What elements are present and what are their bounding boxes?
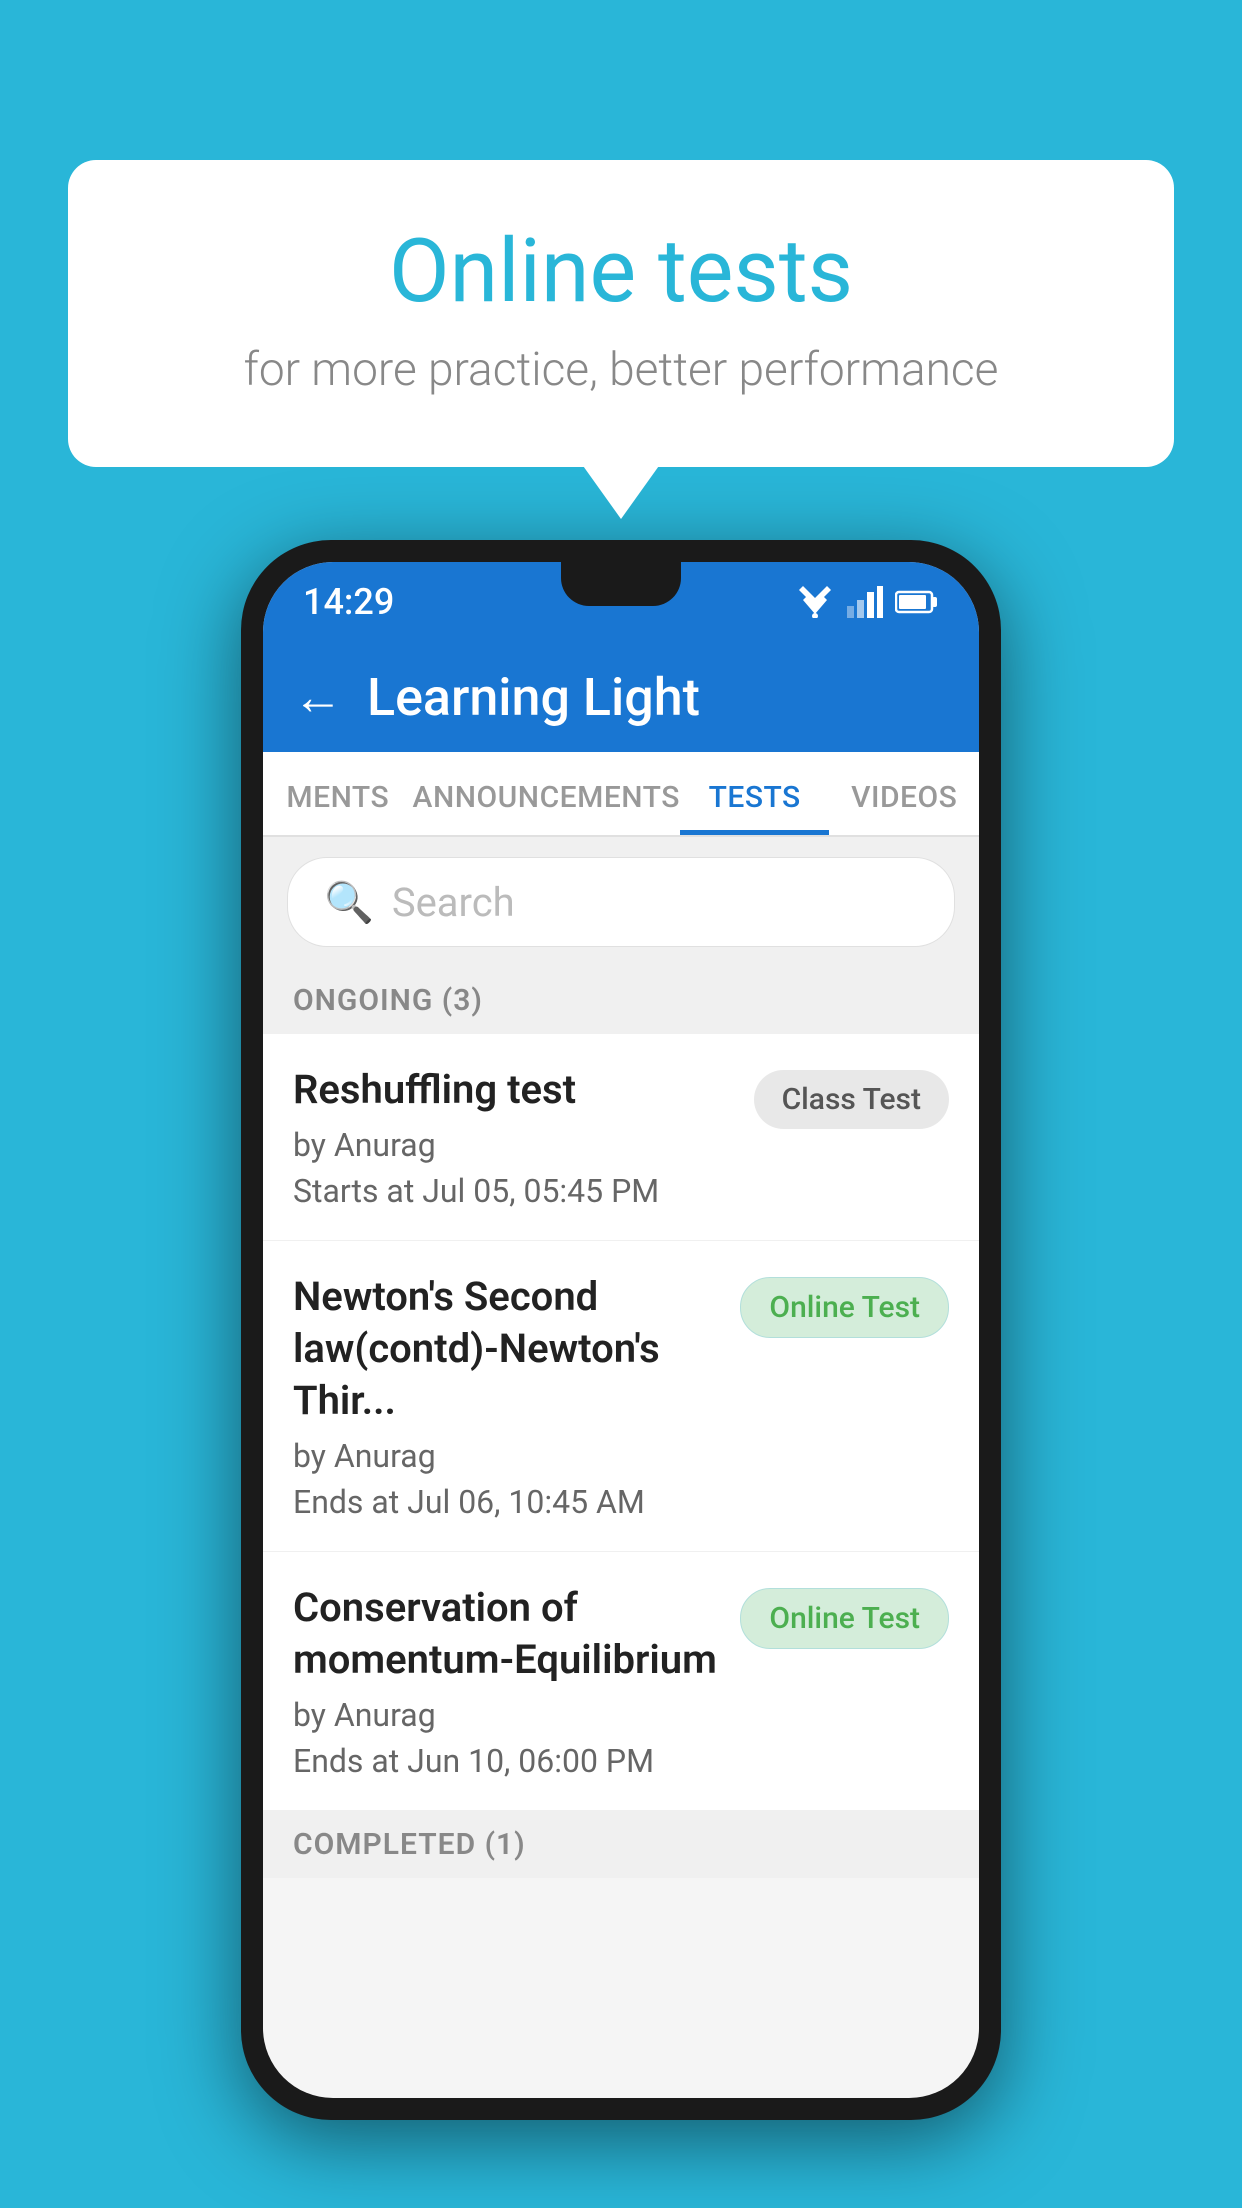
phone-device: 14:29: [241, 540, 1001, 2120]
speech-bubble: Online tests for more practice, better p…: [68, 160, 1174, 467]
test-info-3: Conservation of momentum-Equilibrium by …: [293, 1582, 720, 1780]
test-badge-1: Class Test: [754, 1070, 949, 1129]
test-info-1: Reshuffling test by Anurag Starts at Jul…: [293, 1064, 734, 1210]
test-time-1: Starts at Jul 05, 05:45 PM: [293, 1172, 734, 1210]
test-item-2[interactable]: Newton's Second law(contd)-Newton's Thir…: [263, 1241, 979, 1552]
test-list: Reshuffling test by Anurag Starts at Jul…: [263, 1034, 979, 1811]
status-time: 14:29: [303, 581, 394, 623]
wifi-icon: [795, 586, 835, 618]
test-info-2: Newton's Second law(contd)-Newton's Thir…: [293, 1271, 720, 1521]
test-item-3[interactable]: Conservation of momentum-Equilibrium by …: [263, 1552, 979, 1811]
test-author-3: by Anurag: [293, 1696, 720, 1734]
test-author-1: by Anurag: [293, 1126, 734, 1164]
speech-bubble-title: Online tests: [148, 220, 1094, 323]
ongoing-section-header: ONGOING (3): [263, 967, 979, 1034]
test-author-2: by Anurag: [293, 1437, 720, 1475]
app-bar: ← Learning Light: [263, 642, 979, 752]
test-item-1[interactable]: Reshuffling test by Anurag Starts at Jul…: [263, 1034, 979, 1241]
test-badge-2: Online Test: [740, 1277, 949, 1338]
test-time-3: Ends at Jun 10, 06:00 PM: [293, 1742, 720, 1780]
completed-section-header: COMPLETED (1): [263, 1811, 979, 1878]
search-placeholder-text: Search: [392, 879, 515, 926]
app-bar-title: Learning Light: [367, 667, 700, 728]
test-time-2: Ends at Jul 06, 10:45 AM: [293, 1483, 720, 1521]
speech-bubble-container: Online tests for more practice, better p…: [68, 160, 1174, 467]
battery-icon: [895, 588, 939, 616]
notch: [561, 562, 681, 606]
tabs-container: MENTS ANNOUNCEMENTS TESTS VIDEOS: [263, 752, 979, 837]
back-button[interactable]: ←: [293, 668, 343, 727]
tab-ments[interactable]: MENTS: [263, 752, 413, 835]
search-icon: 🔍: [324, 879, 374, 926]
tab-tests[interactable]: TESTS: [680, 752, 830, 835]
tab-videos[interactable]: VIDEOS: [829, 752, 979, 835]
phone-outer: 14:29: [241, 540, 1001, 2120]
test-title-2: Newton's Second law(contd)-Newton's Thir…: [293, 1271, 720, 1427]
test-title-1: Reshuffling test: [293, 1064, 734, 1116]
phone-screen: 14:29: [263, 562, 979, 2098]
test-badge-3: Online Test: [740, 1588, 949, 1649]
test-title-3: Conservation of momentum-Equilibrium: [293, 1582, 720, 1686]
signal-icon: [847, 586, 883, 618]
search-bar[interactable]: 🔍 Search: [287, 857, 955, 947]
search-container: 🔍 Search: [263, 837, 979, 967]
tab-announcements[interactable]: ANNOUNCEMENTS: [413, 752, 680, 835]
speech-bubble-subtitle: for more practice, better performance: [148, 343, 1094, 397]
status-icons: [795, 586, 939, 618]
